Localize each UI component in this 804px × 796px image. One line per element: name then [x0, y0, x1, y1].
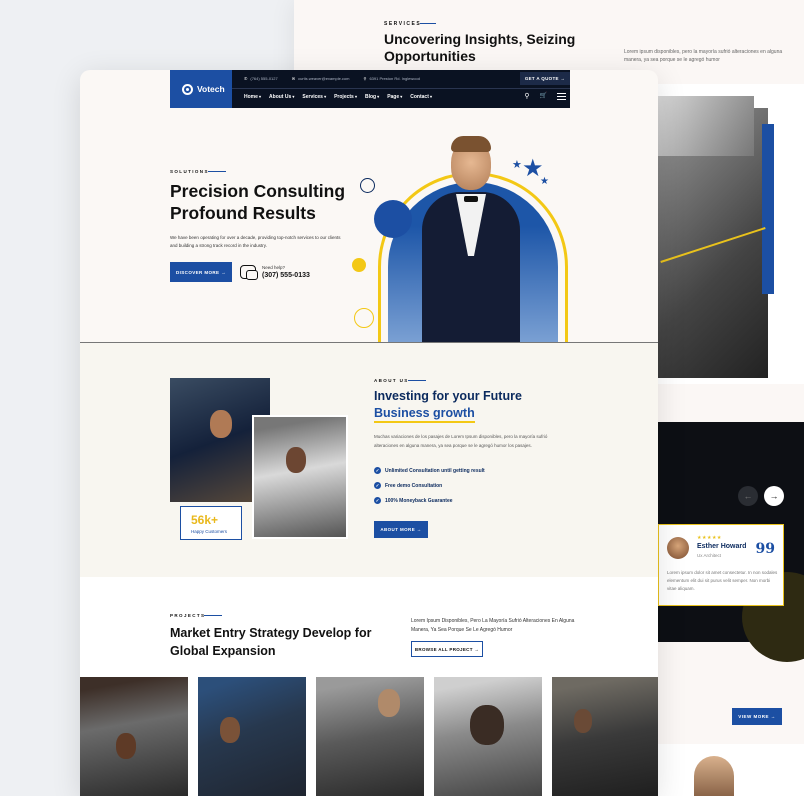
menu-toggle-icon[interactable]: [557, 93, 566, 100]
discover-more-button[interactable]: DISCOVER MORE →: [170, 262, 232, 282]
about-photo-team: [252, 415, 348, 539]
stat-number: 56k+: [191, 513, 219, 527]
team-member-image: [694, 756, 734, 796]
list-item-label: Unlimited Consultation until getting res…: [385, 467, 485, 474]
services-photo-documents: [658, 96, 754, 156]
about-title-highlight: Business growth: [374, 406, 475, 423]
view-more-button[interactable]: VIEW MORE →: [732, 708, 782, 725]
help-label: Need help?: [262, 265, 286, 270]
slider-prev-button[interactable]: ←: [738, 486, 758, 506]
check-icon: ✓: [374, 467, 381, 474]
project-card[interactable]: [552, 677, 658, 796]
address-text: 6391 Preston Rd. Inglewood: [369, 76, 420, 81]
menu-item-page[interactable]: Page: [387, 94, 402, 100]
phone-text: (764) 555-0127: [250, 76, 278, 81]
decorative-yellow-dot: [352, 258, 366, 272]
bow-tie: [464, 196, 478, 202]
decorative-yellow-ring: [354, 308, 374, 328]
browse-all-projects-button[interactable]: BROWSE ALL PROJECT →: [411, 641, 483, 657]
projects-title: Market Entry Strategy Develop for Global…: [170, 626, 372, 658]
menu-item-home[interactable]: Home: [244, 94, 261, 100]
list-item: ✓ 100% Moneyback Guarantee: [374, 493, 485, 508]
person-image: [378, 689, 400, 717]
list-item-label: Free demo Consultation: [385, 482, 443, 489]
email-text: curtis.weaver@example.com: [298, 76, 350, 81]
location-icon: ⚲: [363, 76, 367, 81]
main-menu: Home About Us Services Projects Blog Pag…: [244, 94, 432, 100]
project-card[interactable]: [316, 677, 424, 796]
quote-icon: 99: [755, 541, 775, 557]
about-title: Investing for your Future: [374, 389, 522, 403]
phone-contact[interactable]: ✆ (764) 555-0127: [244, 76, 278, 81]
person-image: [574, 709, 592, 733]
nav-divider: [232, 88, 570, 89]
testimonial-text: Lorem ipsum dolor sit amet consectetur. …: [667, 570, 778, 591]
logo-text: Votech: [197, 84, 225, 94]
project-card[interactable]: [434, 677, 542, 796]
menu-item-contact[interactable]: Contact: [410, 94, 432, 100]
phone-icon: ✆: [244, 76, 248, 81]
hero-label: SOLUTIONS: [170, 169, 226, 174]
projects-description: Lorem Ipsum Disponibles, Pero La Mayoría…: [411, 618, 575, 633]
hero-image: ★ ★ ★: [352, 130, 576, 402]
stat-label: Happy Customers: [191, 529, 228, 534]
decorative-blue-circle: [374, 200, 412, 238]
project-card[interactable]: [80, 677, 188, 796]
services-description: Lorem ipsum disponibles, pero la mayoría…: [624, 49, 783, 63]
avatar: [667, 537, 689, 559]
project-card[interactable]: [198, 677, 306, 796]
testimonial-card: ★★★★★ Esther Howard Ux Architect 99 Lore…: [658, 524, 784, 606]
search-icon[interactable]: ⚲: [524, 92, 529, 100]
services-heading: Uncovering Insights, Seizing Opportuniti…: [384, 31, 576, 64]
logo[interactable]: Votech: [170, 70, 232, 108]
main-page-preview: Votech ✆ (764) 555-0127 ✉ curtis.weaver@ex…: [80, 70, 658, 796]
help-phone[interactable]: (307) 555-0133: [262, 272, 310, 279]
about-section: 56k+ Happy Customers ABOUT US Investing …: [80, 343, 658, 577]
list-item: ✓ Unlimited Consultation until getting re…: [374, 463, 485, 478]
person-image: [470, 705, 504, 745]
list-item-label: 100% Moneyback Guarantee: [385, 497, 453, 504]
chat-icon: [240, 265, 258, 280]
services-section-label: SERVICES: [384, 21, 437, 27]
address-contact: ⚲ 6391 Preston Rd. Inglewood: [364, 76, 420, 81]
rating-stars: ★★★★★: [697, 535, 722, 541]
about-label: ABOUT US: [374, 378, 426, 383]
person-hair: [451, 136, 491, 152]
services-photo-accent: [762, 124, 774, 294]
site-header: Votech ✆ (764) 555-0127 ✉ curtis.weaver@ex…: [170, 70, 570, 108]
hero-description: We have been operating for over a decade…: [170, 235, 341, 248]
email-contact[interactable]: ✉ curtis.weaver@example.com: [292, 76, 350, 81]
menu-item-services[interactable]: Services: [302, 94, 326, 100]
happy-customers-badge: 56k+ Happy Customers: [180, 506, 242, 540]
check-icon: ✓: [374, 497, 381, 504]
nav-icons: ⚲ 🛒: [524, 92, 566, 100]
testimonial-name: Esther Howard: [697, 543, 747, 550]
feature-list: ✓ Unlimited Consultation until getting re…: [374, 463, 485, 508]
cart-icon[interactable]: 🛒: [540, 92, 547, 100]
menu-item-blog[interactable]: Blog: [365, 94, 379, 100]
hero-title: Precision Consulting Profound Results: [170, 181, 346, 223]
person-image: [210, 410, 232, 438]
contact-bar: ✆ (764) 555-0127 ✉ curtis.weaver@example.c…: [244, 76, 420, 81]
menu-item-about[interactable]: About Us: [269, 94, 294, 100]
slider-next-button[interactable]: →: [764, 486, 784, 506]
about-description: Muchas variaciones de los pasajes de Lor…: [374, 434, 548, 448]
projects-label: PROJECTS: [170, 613, 223, 618]
team-photo: [658, 744, 804, 796]
services-photo: [658, 84, 804, 384]
list-item: ✓ Free demo Consultation: [374, 478, 485, 493]
gear-logo-icon: [182, 83, 193, 95]
mail-icon: ✉: [291, 76, 296, 81]
decorative-circle: [360, 178, 375, 193]
menu-item-projects[interactable]: Projects: [334, 94, 357, 100]
person-image: [220, 717, 240, 743]
testimonial-role: Ux Architect: [697, 553, 722, 558]
projects-section: PROJECTS Market Entry Strategy Develop f…: [80, 577, 658, 796]
check-icon: ✓: [374, 482, 381, 489]
person-image: [286, 447, 306, 473]
person-image: [116, 733, 136, 759]
about-more-button[interactable]: ABOUT MORE →: [374, 521, 428, 538]
get-quote-button[interactable]: GET A QUOTE →: [520, 72, 570, 85]
